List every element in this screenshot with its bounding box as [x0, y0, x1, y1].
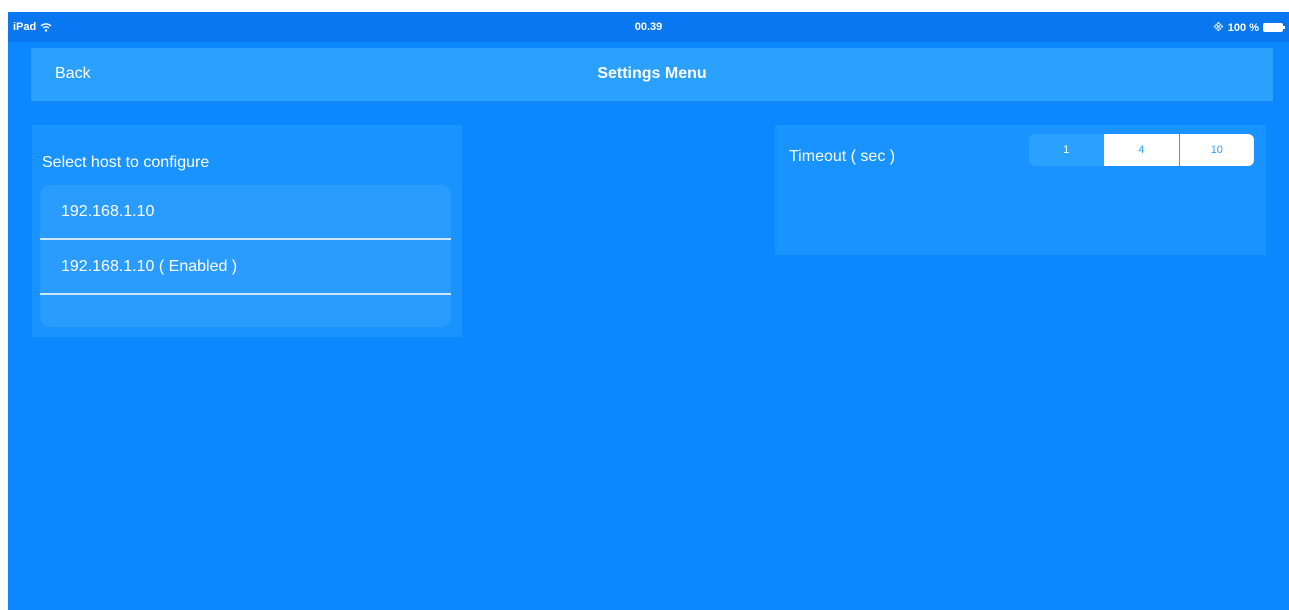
host-list: 192.168.1.10 192.168.1.10 ( Enabled ) — [40, 185, 451, 327]
app-screen: iPad 00.39 ※ 100 % Back Settings Menu Se… — [8, 12, 1289, 610]
host-panel-label: Select host to configure — [42, 154, 210, 171]
bluetooth-icon: ※ — [1213, 22, 1224, 34]
timeout-segmented-control: 1 4 10 — [1029, 134, 1254, 166]
host-list-item[interactable]: 192.168.1.10 — [40, 185, 451, 240]
status-time: 00.39 — [634, 21, 663, 33]
battery-icon — [1263, 23, 1285, 32]
timeout-option-10[interactable]: 10 — [1178, 134, 1254, 166]
timeout-option-4[interactable]: 4 — [1103, 134, 1179, 166]
status-bar: iPad 00.39 ※ 100 % — [8, 12, 1289, 42]
status-bar-right: ※ 100 % — [1213, 21, 1285, 34]
battery-percent: 100 % — [1227, 21, 1259, 34]
host-list-item[interactable]: 192.168.1.10 ( Enabled ) — [40, 240, 451, 295]
host-panel: Select host to configure 192.168.1.10 19… — [32, 125, 462, 337]
timeout-panel: Timeout ( sec ) 1 4 10 — [775, 125, 1266, 255]
navigation-bar: Back Settings Menu — [31, 48, 1273, 103]
timeout-label: Timeout ( sec ) — [789, 148, 896, 165]
page-title: Settings Menu — [597, 65, 707, 82]
timeout-option-1[interactable]: 1 — [1029, 134, 1104, 166]
